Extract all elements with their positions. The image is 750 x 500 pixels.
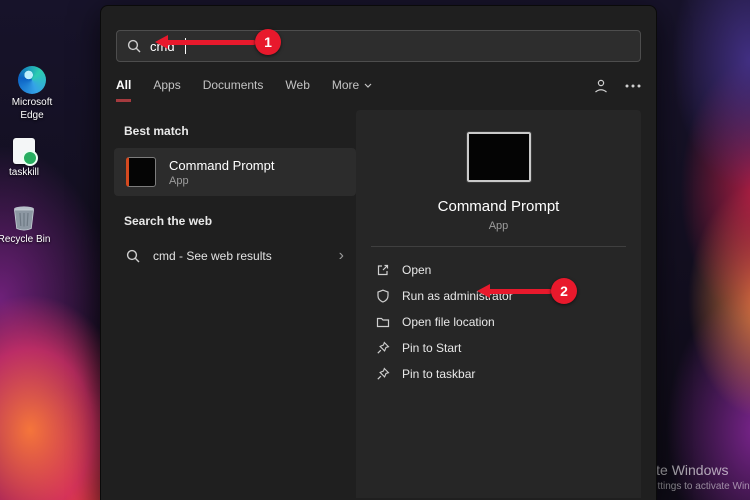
search-the-web-header: Search the web [124,214,213,228]
action-pin-to-start[interactable]: Pin to Start [356,335,641,361]
annotation-badge-2: 2 [551,278,577,304]
web-result-text: cmd - See web results [153,249,272,263]
tab-all[interactable]: All [116,78,132,102]
arrow-shaft [490,288,552,294]
chevron-down-icon [364,83,372,88]
web-search-result[interactable]: cmd - See web results › [114,238,356,274]
best-match-header: Best match [124,124,189,138]
search-filter-tabs: All Apps Documents Web More [116,78,641,104]
result-title: Command Prompt [169,157,275,173]
shield-icon [377,289,389,303]
pin-icon [377,367,390,380]
recycle-bin-icon [14,206,34,231]
chevron-right-icon[interactable]: › [339,248,344,264]
annotation-badge-1: 1 [255,29,281,55]
search-icon [127,39,141,53]
pin-icon [377,341,390,354]
search-icon [126,249,140,263]
action-open-file-location[interactable]: Open file location [356,309,641,335]
tab-documents[interactable]: Documents [203,78,264,99]
arrow-head [477,284,490,298]
preview-pane: Command Prompt App Open Run as administr… [356,110,641,498]
desktop-icon-recycle-bin[interactable]: Recycle Bin [0,203,56,247]
search-input[interactable]: cmd [116,30,641,62]
tabs-right-controls [593,78,641,94]
tab-more[interactable]: More [332,78,372,99]
preview-title: Command Prompt [437,198,560,215]
context-actions: Open Run as administrator Open file loca… [356,257,641,387]
command-prompt-icon [126,157,156,187]
desktop-icon-label: Recycle Bin [0,234,51,245]
folder-icon [376,317,390,328]
arrow-head [155,35,168,49]
arrow-shaft [168,39,256,45]
results-column: Best match Command Prompt App Search the… [114,116,356,274]
tab-apps[interactable]: Apps [153,78,180,99]
taskkill-file-icon [13,138,38,166]
command-prompt-icon-large [465,131,532,183]
desktop-icon-label: Microsoft Edge [11,97,53,121]
more-options-icon[interactable] [625,84,641,88]
tab-web[interactable]: Web [285,78,309,99]
badge-number: 2 [560,283,568,299]
badge-number: 1 [264,34,272,50]
result-subtitle: App [169,174,189,187]
best-match-result[interactable]: Command Prompt App [114,148,356,196]
account-filter-icon[interactable] [593,78,609,94]
desktop-icon-label: taskkill [8,167,39,178]
preview-subtitle: App [488,220,509,232]
desktop-icon-edge[interactable]: Microsoft Edge [0,66,64,122]
action-open[interactable]: Open [356,257,641,283]
divider [371,246,626,247]
edge-icon [18,66,46,94]
action-pin-to-taskbar[interactable]: Pin to taskbar [356,361,641,387]
desktop: Microsoft Edge taskkill Recycle Bin Acti… [0,0,750,500]
desktop-icon-taskkill[interactable]: taskkill [0,138,56,180]
open-icon [377,264,389,276]
search-flyout: cmd All Apps Documents Web More Best mat… [100,5,657,500]
action-run-as-administrator[interactable]: Run as administrator [356,283,641,309]
